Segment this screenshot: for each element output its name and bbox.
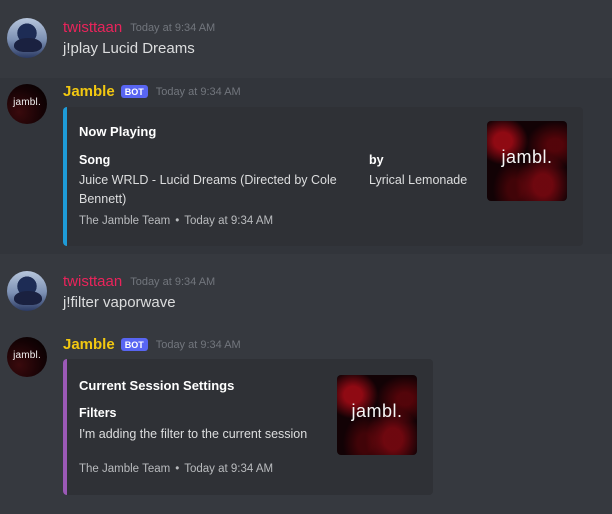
- avatar-logo-text: jambl.: [13, 350, 41, 361]
- message-header: Jamble BOT Today at 9:34 AM: [63, 336, 241, 353]
- embed: Now Playing Song Juice WRLD - Lucid Drea…: [63, 107, 583, 246]
- embed-field-value: Juice WRLD - Lucid Dreams (Directed by C…: [79, 173, 337, 206]
- embed-title: Current Session Settings: [79, 378, 235, 393]
- embed-field-name: by: [369, 153, 384, 167]
- message: jambl. Jamble BOT Today at 9:34 AM Now P…: [0, 78, 612, 254]
- embed-footer: The Jamble Team • Today at 9:34 AM: [79, 215, 273, 227]
- footer-timestamp: Today at 9:34 AM: [184, 463, 274, 475]
- bot-badge: BOT: [120, 85, 148, 98]
- footer-text: The Jamble Team: [79, 215, 171, 227]
- message-content: j!filter vaporwave: [63, 294, 176, 311]
- embed: Current Session Settings Filters I'm add…: [63, 359, 433, 495]
- embed-field-name: Filters: [79, 406, 117, 420]
- username[interactable]: twisttaan: [63, 273, 122, 290]
- user-avatar[interactable]: [7, 271, 47, 311]
- username[interactable]: Jamble: [63, 336, 115, 353]
- bot-avatar[interactable]: jambl.: [7, 337, 47, 377]
- embed-field-value: Lyrical Lemonade: [369, 173, 468, 187]
- username[interactable]: twisttaan: [63, 19, 122, 36]
- message-timestamp[interactable]: Today at 9:34 AM: [130, 22, 215, 34]
- user-avatar[interactable]: [7, 18, 47, 58]
- footer-text: The Jamble Team: [79, 463, 171, 475]
- bot-avatar[interactable]: jambl.: [7, 84, 47, 124]
- message-header: twisttaan Today at 9:34 AM: [63, 273, 215, 290]
- embed-thumbnail[interactable]: jambl.: [337, 375, 417, 455]
- message-timestamp[interactable]: Today at 9:34 AM: [130, 276, 215, 288]
- avatar-logo-text: jambl.: [13, 97, 41, 108]
- footer-separator: •: [175, 215, 180, 227]
- footer-separator: •: [175, 463, 180, 475]
- bot-badge: BOT: [120, 338, 148, 351]
- footer-timestamp: Today at 9:34 AM: [184, 215, 274, 227]
- embed-title: Now Playing: [79, 124, 157, 139]
- message: jambl. Jamble BOT Today at 9:34 AM Curre…: [0, 324, 612, 514]
- embed-field-name: Song: [79, 153, 111, 167]
- username[interactable]: Jamble: [63, 83, 115, 100]
- message: twisttaan Today at 9:34 AM j!filter vapo…: [0, 254, 612, 324]
- message-content: j!play Lucid Dreams: [63, 40, 195, 57]
- message-header: twisttaan Today at 9:34 AM: [63, 19, 215, 36]
- message-timestamp[interactable]: Today at 9:34 AM: [156, 339, 241, 351]
- embed-footer: The Jamble Team • Today at 9:34 AM: [79, 463, 273, 475]
- message-header: Jamble BOT Today at 9:34 AM: [63, 83, 241, 100]
- embed-field-value: I'm adding the filter to the current ses…: [79, 427, 308, 441]
- message: twisttaan Today at 9:34 AM j!play Lucid …: [0, 0, 612, 78]
- embed-thumbnail[interactable]: jambl.: [487, 121, 567, 201]
- thumbnail-logo-text: jambl.: [501, 147, 553, 167]
- thumbnail-logo-text: jambl.: [351, 401, 403, 421]
- message-timestamp[interactable]: Today at 9:34 AM: [156, 86, 241, 98]
